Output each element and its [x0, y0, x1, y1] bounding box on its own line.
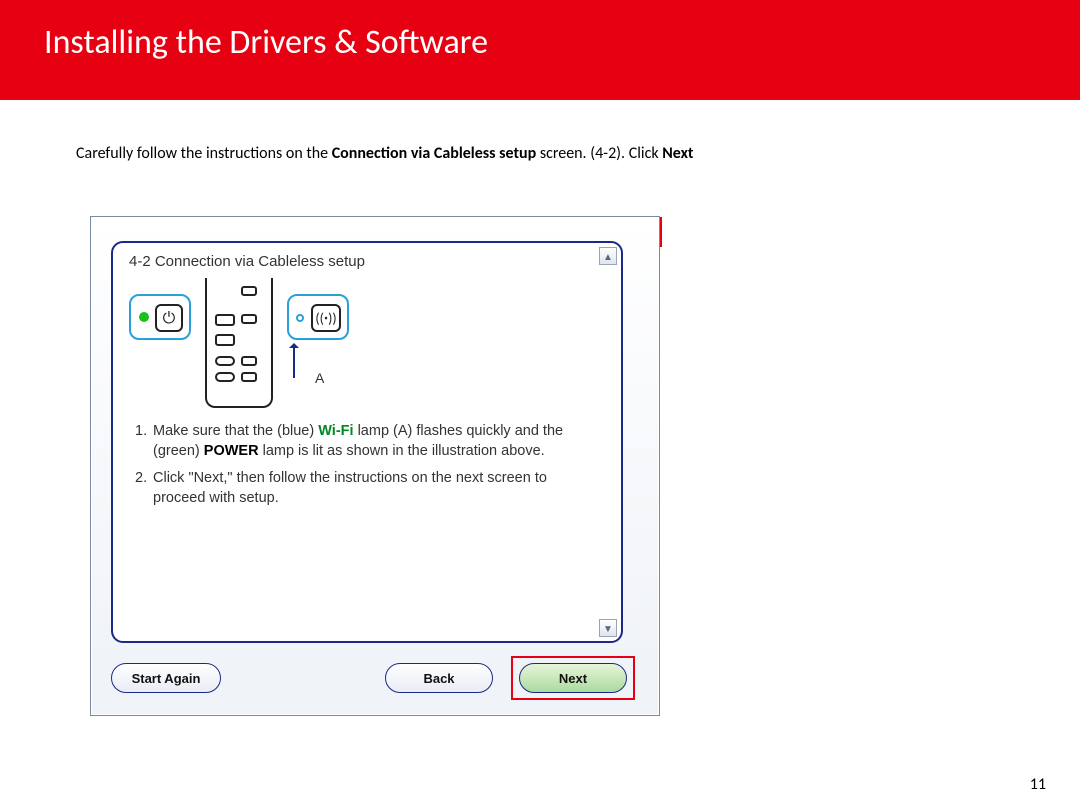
scrollbar[interactable]: ▲ ▼: [599, 247, 617, 637]
instruction-text: Carefully follow the instructions on the…: [0, 100, 1080, 163]
wifi-lamp-blue-icon: [296, 314, 304, 322]
power-lamp-green-icon: [139, 312, 149, 322]
printer-illustration: ⏻ ((ꞏ)) A: [129, 278, 621, 414]
title-banner: Installing the Drivers & Software: [0, 0, 1080, 100]
wizard-content-frame: 4-2 Connection via Cableless setup ⏻ ((ꞏ…: [111, 241, 623, 643]
control-panel-icon: [205, 278, 273, 408]
power-icon: ⏻: [155, 304, 183, 332]
page-number: 11: [1030, 775, 1046, 794]
wizard-dialog: 4-2 Connection via Cableless setup ⏻ ((ꞏ…: [90, 216, 660, 716]
page-title: Installing the Drivers & Software: [44, 22, 1080, 63]
list-item: 2. Click "Next," then follow the instruc…: [135, 469, 593, 508]
list-item: 1. Make sure that the (blue) Wi-Fi lamp …: [135, 422, 593, 461]
scroll-down-icon[interactable]: ▼: [599, 619, 617, 637]
power-button-callout: ⏻: [129, 294, 191, 340]
wifi-icon: ((ꞏ)): [311, 304, 341, 332]
back-button[interactable]: Back: [385, 663, 493, 693]
label-a: A: [315, 370, 324, 386]
next-button[interactable]: Next: [519, 663, 627, 693]
wifi-button-callout: ((ꞏ)): [287, 294, 349, 340]
step-title: 4-2 Connection via Cableless setup: [113, 243, 621, 270]
start-again-button[interactable]: Start Again: [111, 663, 221, 693]
scroll-up-icon[interactable]: ▲: [599, 247, 617, 265]
arrow-icon: [293, 344, 295, 378]
red-marker: [660, 217, 662, 247]
step-list: 1. Make sure that the (blue) Wi-Fi lamp …: [113, 414, 621, 508]
